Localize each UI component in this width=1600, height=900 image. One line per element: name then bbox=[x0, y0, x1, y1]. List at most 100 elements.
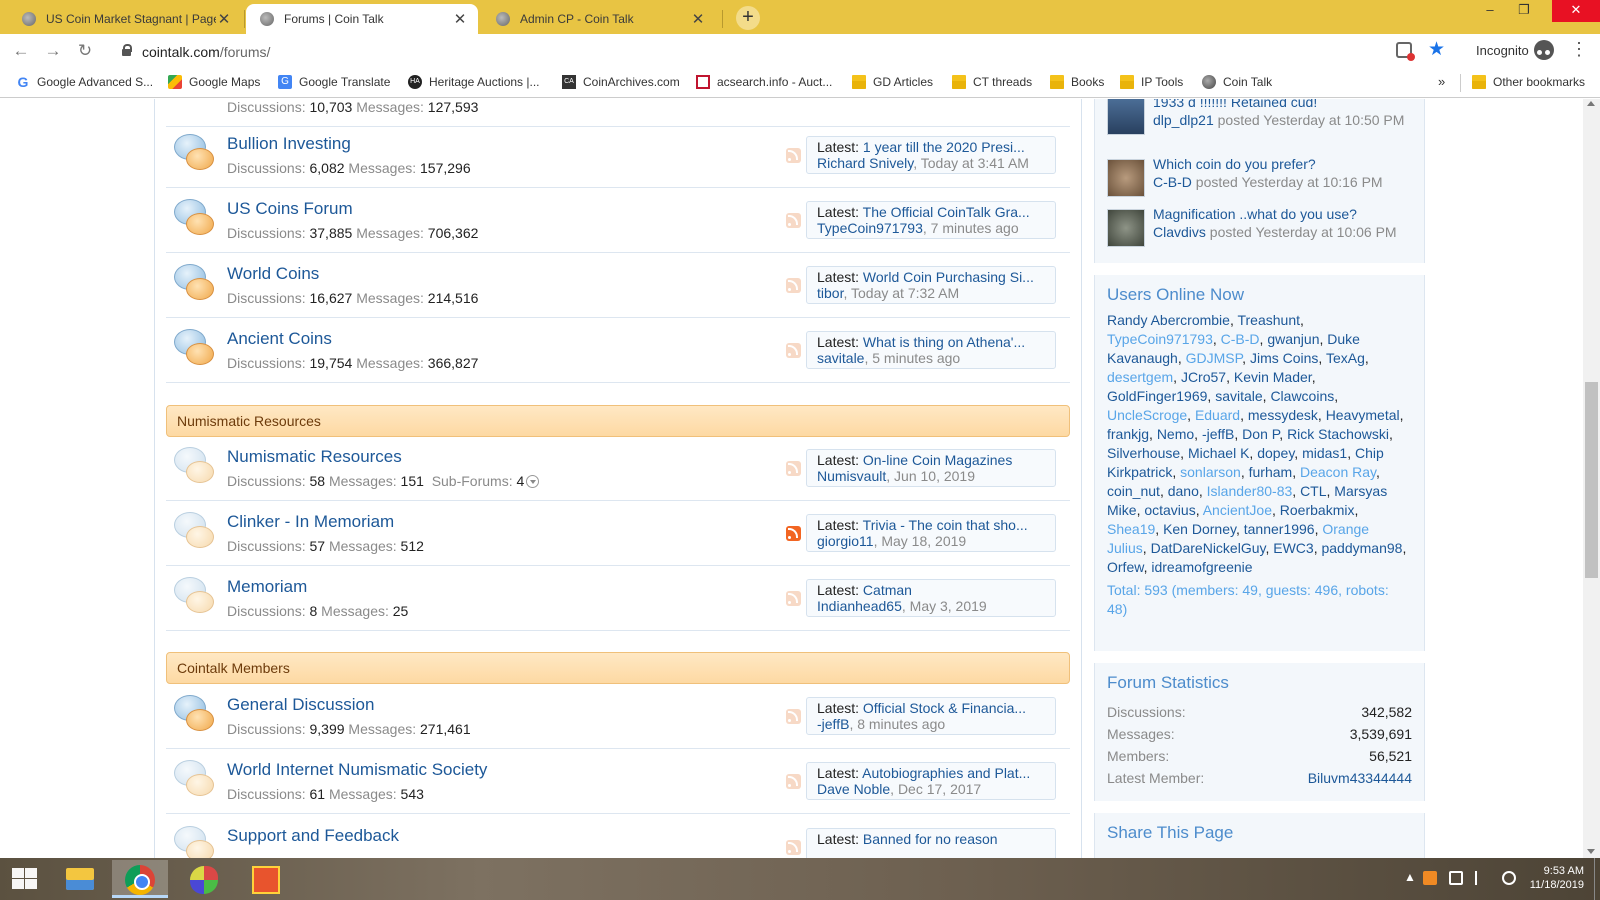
bookmark-coinarchives[interactable]: CA CoinArchives.com bbox=[562, 75, 680, 89]
latest-thread-link[interactable]: Catman bbox=[863, 582, 912, 598]
latest-user-link[interactable]: Numisvault bbox=[817, 468, 886, 484]
latest-thread-link[interactable]: On-line Coin Magazines bbox=[863, 452, 1012, 468]
back-button[interactable]: ← bbox=[10, 40, 32, 62]
online-user-link[interactable]: UncleScroge bbox=[1107, 407, 1187, 423]
category-header-numismatic-resources[interactable]: Numismatic Resources bbox=[166, 405, 1070, 437]
forum-title[interactable]: World Internet Numismatic Society bbox=[227, 760, 487, 780]
scroll-down-arrow-icon[interactable] bbox=[1587, 849, 1595, 854]
forum-title[interactable]: US Coins Forum bbox=[227, 199, 353, 219]
tab-admin-cp[interactable]: Admin CP - Coin Talk ✕ bbox=[482, 4, 716, 34]
bookmark-star-icon[interactable]: ★ bbox=[1428, 38, 1445, 61]
scrollbar-thumb[interactable] bbox=[1585, 382, 1598, 578]
rss-icon[interactable] bbox=[786, 278, 801, 293]
thread-author[interactable]: C-B-D bbox=[1153, 174, 1192, 190]
avatar[interactable] bbox=[1107, 159, 1145, 197]
close-tab-icon[interactable]: ✕ bbox=[452, 10, 468, 28]
latest-time[interactable]: Today at 7:32 AM bbox=[851, 285, 959, 301]
reload-button[interactable]: ↻ bbox=[74, 40, 96, 62]
latest-thread-link[interactable]: Banned for no reason bbox=[863, 831, 998, 847]
new-tab-button[interactable]: + bbox=[736, 6, 760, 30]
latest-time[interactable]: 8 minutes ago bbox=[857, 716, 945, 732]
online-user-link[interactable]: Eduard bbox=[1195, 407, 1240, 423]
rss-icon[interactable] bbox=[786, 213, 801, 228]
online-user-link[interactable]: Shea19 bbox=[1107, 521, 1155, 537]
online-user-link[interactable]: Nemo bbox=[1157, 426, 1194, 442]
online-user-link[interactable]: EWC3 bbox=[1273, 540, 1313, 556]
flag-icon[interactable] bbox=[1475, 870, 1489, 885]
bookmark-google-maps[interactable]: Google Maps bbox=[168, 75, 260, 89]
online-user-link[interactable]: Silverhouse bbox=[1107, 445, 1180, 461]
forum-title[interactable]: Support and Feedback bbox=[227, 826, 399, 846]
online-user-link[interactable]: Treashunt bbox=[1237, 312, 1300, 328]
bookmark-ip-tools[interactable]: IP Tools bbox=[1120, 75, 1183, 89]
latest-time[interactable]: Dec 17, 2017 bbox=[898, 781, 981, 797]
close-window-button[interactable]: ✕ bbox=[1552, 0, 1600, 22]
latest-user-link[interactable]: -jeffB bbox=[817, 716, 849, 732]
maximize-button[interactable]: ❐ bbox=[1508, 0, 1540, 22]
online-user-link[interactable]: dopey bbox=[1257, 445, 1294, 461]
latest-member-link[interactable]: Biluvm43344444 bbox=[1308, 767, 1412, 789]
scroll-up-arrow-icon[interactable] bbox=[1587, 101, 1595, 106]
online-user-link[interactable]: -jeffB bbox=[1202, 426, 1234, 442]
online-user-link[interactable]: CTL bbox=[1300, 483, 1326, 499]
volume-icon[interactable] bbox=[1501, 870, 1516, 885]
latest-thread-link[interactable]: 1 year till the 2020 Presi... bbox=[863, 139, 1025, 155]
lock-icon[interactable] bbox=[122, 44, 132, 56]
online-user-link[interactable]: JCro57 bbox=[1181, 369, 1226, 385]
rss-icon[interactable] bbox=[786, 148, 801, 163]
online-user-link[interactable]: tanner1996 bbox=[1244, 521, 1315, 537]
online-user-link[interactable]: Michael K bbox=[1188, 445, 1249, 461]
thread-title[interactable]: Magnification ..what do you use? bbox=[1153, 205, 1424, 223]
online-user-link[interactable]: Don P bbox=[1242, 426, 1279, 442]
latest-time[interactable]: May 18, 2019 bbox=[881, 533, 966, 549]
windows-start-icon[interactable] bbox=[12, 868, 38, 890]
rss-icon[interactable] bbox=[786, 343, 801, 358]
rss-icon[interactable] bbox=[786, 840, 801, 855]
latest-thread-link[interactable]: Trivia - The coin that sho... bbox=[863, 517, 1028, 533]
users-online-title[interactable]: Users Online Now bbox=[1095, 275, 1424, 305]
chrome-taskbar-icon[interactable] bbox=[112, 860, 168, 898]
more-bookmarks-button[interactable]: » bbox=[1438, 74, 1445, 89]
latest-thread-link[interactable]: The Official CoinTalk Gra... bbox=[863, 204, 1030, 220]
online-user-link[interactable]: paddyman98 bbox=[1321, 540, 1402, 556]
latest-user-link[interactable]: tibor bbox=[817, 285, 843, 301]
forum-title[interactable]: General Discussion bbox=[227, 695, 374, 715]
online-user-link[interactable]: DatDareNickelGuy bbox=[1151, 540, 1266, 556]
other-bookmarks[interactable]: Other bookmarks bbox=[1472, 75, 1585, 89]
thread-author[interactable]: Clavdivs bbox=[1153, 224, 1206, 240]
online-user-link[interactable]: GDJMSP bbox=[1186, 350, 1243, 366]
online-user-link[interactable]: TexAg bbox=[1326, 350, 1365, 366]
avatar[interactable] bbox=[1107, 99, 1145, 135]
online-user-link[interactable]: idreamofgreenie bbox=[1151, 559, 1252, 575]
bookmark-heritage[interactable]: HA Heritage Auctions |... bbox=[408, 75, 540, 89]
online-user-link[interactable]: AncientJoe bbox=[1203, 502, 1272, 518]
online-user-link[interactable]: furham bbox=[1249, 464, 1293, 480]
blocked-content-icon[interactable] bbox=[1396, 42, 1415, 61]
online-user-link[interactable]: savitale bbox=[1215, 388, 1262, 404]
url-text[interactable]: cointalk.com/forums/ bbox=[142, 44, 270, 60]
rss-icon[interactable] bbox=[786, 591, 801, 606]
latest-thread-link[interactable]: What is thing on Athena'... bbox=[863, 334, 1025, 350]
category-header-cointalk-members[interactable]: Cointalk Members bbox=[166, 652, 1070, 684]
forum-title[interactable]: Memoriam bbox=[227, 577, 307, 597]
online-user-link[interactable]: Clawcoins bbox=[1270, 388, 1334, 404]
online-user-link[interactable]: dano bbox=[1168, 483, 1199, 499]
latest-user-link[interactable]: savitale bbox=[817, 350, 864, 366]
online-user-link[interactable]: Heavymetal bbox=[1326, 407, 1400, 423]
network-icon[interactable] bbox=[1448, 870, 1463, 885]
thread-title[interactable]: Which coin do you prefer? bbox=[1153, 155, 1424, 173]
address-bar[interactable]: cointalk.com/forums/ bbox=[112, 38, 1438, 65]
latest-thread-link[interactable]: Autobiographies and Plat... bbox=[862, 765, 1030, 781]
online-user-link[interactable]: Kevin Mader bbox=[1234, 369, 1312, 385]
rss-icon[interactable] bbox=[786, 461, 801, 476]
forum-title[interactable]: World Coins bbox=[227, 264, 319, 284]
online-user-link[interactable]: sonlarson bbox=[1180, 464, 1241, 480]
rss-icon[interactable] bbox=[786, 774, 801, 789]
close-tab-icon[interactable]: ✕ bbox=[216, 10, 232, 28]
latest-time[interactable]: Jun 10, 2019 bbox=[894, 468, 975, 484]
online-user-link[interactable]: messydesk bbox=[1248, 407, 1318, 423]
tab-forums-coin-talk[interactable]: Forums | Coin Talk ✕ bbox=[246, 4, 478, 34]
online-user-link[interactable]: C-B-D bbox=[1221, 331, 1260, 347]
minimize-button[interactable]: – bbox=[1474, 0, 1506, 22]
bookmark-google-translate[interactable]: G Google Translate bbox=[278, 75, 390, 89]
